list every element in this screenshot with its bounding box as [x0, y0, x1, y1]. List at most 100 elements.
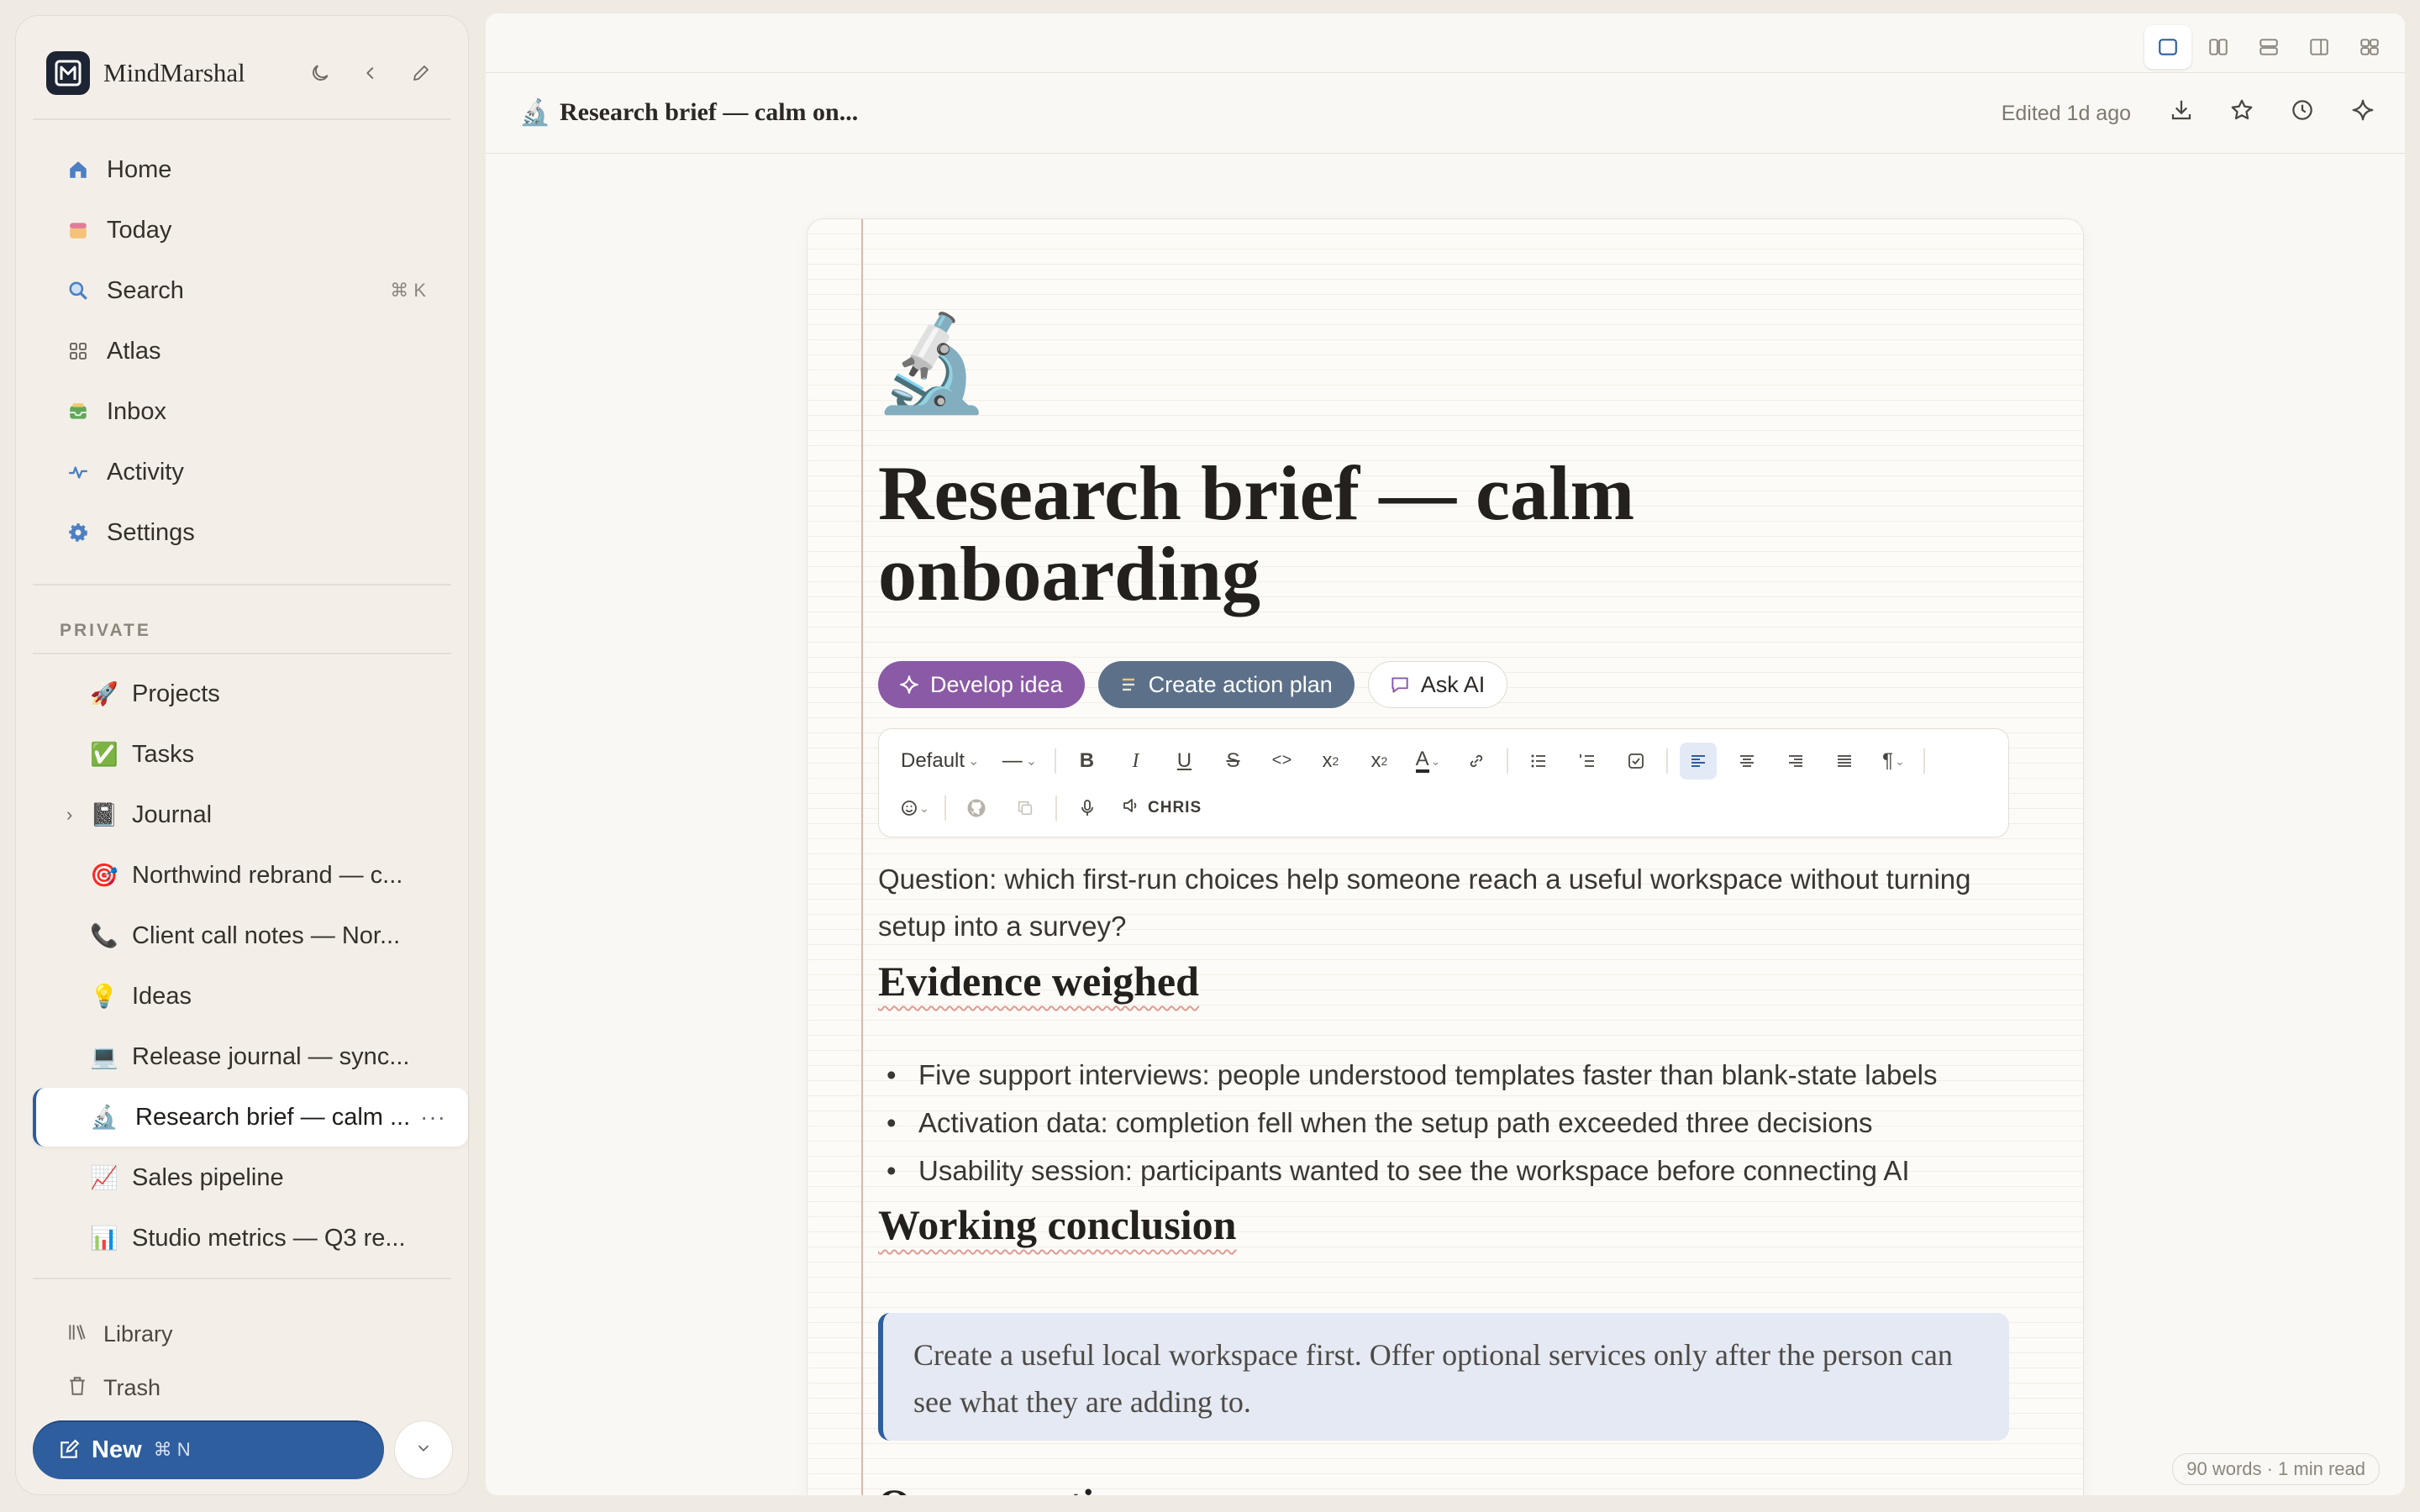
chevron-down-icon: ⌄	[968, 754, 980, 769]
align-left-icon[interactable]	[1680, 743, 1718, 780]
italic-icon[interactable]: I	[1117, 743, 1154, 780]
ask-ai-label: Ask AI	[1420, 671, 1486, 697]
sidebar-page-research-brief[interactable]: 🔬 Research brief — calm ... ···	[33, 1088, 468, 1147]
bold-icon[interactable]: B	[1068, 743, 1105, 780]
nav-item-activity[interactable]: Activity	[33, 445, 451, 499]
page-label: Tasks	[132, 740, 195, 768]
nav-item-today[interactable]: Today	[33, 203, 451, 257]
star-icon[interactable]	[2228, 97, 2255, 123]
nav-item-search[interactable]: Search ⌘ K	[33, 264, 451, 318]
calendar-icon	[65, 217, 92, 244]
page-label: Sales pipeline	[132, 1163, 284, 1191]
create-action-plan-button[interactable]: Create action plan	[1097, 661, 1355, 708]
nav-item-settings[interactable]: Settings	[33, 506, 451, 559]
chat-bubble-icon	[1389, 674, 1411, 696]
sparkle-icon[interactable]	[2349, 97, 2376, 123]
notebook-icon: 📓	[90, 802, 118, 827]
copy-icon[interactable]	[1007, 790, 1044, 827]
new-button-label: New	[92, 1436, 142, 1463]
sidebar-page-tasks[interactable]: ✅ Tasks	[33, 725, 468, 784]
sidebar-page-ideas[interactable]: 💡 Ideas	[33, 967, 468, 1026]
align-justify-icon[interactable]	[1826, 743, 1863, 780]
toolbar-divider	[1055, 748, 1057, 774]
divider	[33, 653, 451, 654]
question-paragraph[interactable]: Question: which first-run choices help s…	[878, 856, 2009, 950]
single-layout-icon[interactable]	[2144, 25, 2191, 69]
moon-icon[interactable]	[307, 60, 334, 87]
margin-line	[861, 219, 863, 1495]
sidebar-page-sales-pipeline[interactable]: 📈 Sales pipeline	[33, 1148, 468, 1207]
new-options-button[interactable]	[394, 1420, 453, 1479]
heading-conclusion[interactable]: Working conclusion	[878, 1200, 1237, 1249]
heading-evidence[interactable]: Evidence weighed	[878, 957, 1199, 1005]
sidebar-page-northwind[interactable]: 🎯 Northwind rebrand — c...	[33, 846, 468, 905]
sidebar-page-journal[interactable]: › 📓 Journal	[33, 785, 468, 844]
sidebar-page-studio-metrics[interactable]: 📊 Studio metrics — Q3 re...	[33, 1209, 468, 1268]
sidebar-page-client-call[interactable]: 📞 Client call notes — Nor...	[33, 906, 468, 965]
voice-button[interactable]: CHRIS	[1118, 790, 1205, 827]
emoji-icon[interactable]: ⌄	[896, 790, 933, 827]
link-icon[interactable]	[1458, 743, 1495, 780]
sidebar-page-release-journal[interactable]: 💻 Release journal — sync...	[33, 1027, 468, 1086]
size-select-value: —	[1002, 749, 1023, 772]
superscript-icon[interactable]: x2	[1312, 743, 1349, 780]
app-name: MindMarshal	[103, 58, 245, 87]
list-item[interactable]: Five support interviews: people understo…	[886, 1051, 2049, 1099]
underline-icon[interactable]: U	[1165, 743, 1202, 780]
activity-icon	[65, 459, 92, 486]
heading-open-questions[interactable]: Open questions	[878, 1479, 1155, 1495]
page-emoji-microscope-icon[interactable]: 🔬	[873, 317, 990, 411]
chevron-down-icon: ⌄	[1025, 754, 1038, 769]
more-options-icon[interactable]: ···	[420, 1104, 446, 1131]
bar-chart-icon: 📊	[90, 1226, 118, 1251]
checklist-icon[interactable]	[1618, 743, 1655, 780]
grid-layout-icon[interactable]	[2346, 25, 2393, 69]
nav-item-home[interactable]: Home	[33, 143, 451, 197]
sidebar-library[interactable]: Library	[66, 1321, 173, 1347]
create-action-plan-label: Create action plan	[1148, 671, 1333, 697]
style-select-value: Default	[901, 749, 965, 772]
page-label: Studio metrics — Q3 re...	[132, 1224, 406, 1252]
size-select[interactable]: — ⌄	[996, 743, 1043, 780]
sidebar-page-projects[interactable]: 🚀 Projects	[33, 664, 468, 723]
align-center-icon[interactable]	[1728, 743, 1765, 780]
conclusion-callout[interactable]: Create a useful local workspace first. O…	[878, 1313, 2009, 1441]
strikethrough-icon[interactable]: S	[1214, 743, 1251, 780]
history-icon[interactable]	[2289, 97, 2316, 123]
microphone-icon[interactable]	[1069, 790, 1106, 827]
paragraph-icon[interactable]: ¶ ⌄	[1875, 743, 1912, 780]
nav-item-inbox[interactable]: Inbox	[33, 385, 451, 438]
align-right-icon[interactable]	[1777, 743, 1814, 780]
split-rows-icon[interactable]	[2245, 25, 2292, 69]
page-title[interactable]: Research brief — calm onboarding	[878, 453, 1718, 614]
trash-label: Trash	[103, 1375, 161, 1400]
develop-idea-button[interactable]: Develop idea	[878, 661, 1085, 708]
chevron-right-icon[interactable]: ›	[66, 804, 72, 826]
page-header-title[interactable]: Research brief — calm on...	[560, 98, 858, 127]
page-label: Projects	[132, 680, 220, 707]
list-item[interactable]: Usability session: participants wanted t…	[886, 1147, 2049, 1194]
download-icon[interactable]	[2168, 97, 2195, 123]
code-icon[interactable]: <>	[1263, 743, 1300, 780]
sidebar-trash[interactable]: Trash	[66, 1375, 160, 1401]
list-item[interactable]: Activation data: completion fell when th…	[886, 1099, 2049, 1147]
bullet-list-icon[interactable]	[1520, 743, 1557, 780]
github-icon[interactable]	[958, 790, 995, 827]
brand[interactable]: MindMarshal	[46, 50, 245, 97]
nav-item-atlas[interactable]: Atlas	[33, 324, 451, 378]
style-select[interactable]: Default ⌄	[896, 743, 984, 780]
split-columns-icon[interactable]	[2195, 25, 2242, 69]
home-icon	[65, 156, 92, 183]
develop-idea-label: Develop idea	[930, 671, 1063, 697]
sidebar-layout-icon[interactable]	[2296, 25, 2343, 69]
numbered-list-icon[interactable]	[1569, 743, 1606, 780]
ask-ai-button[interactable]: Ask AI	[1367, 661, 1508, 708]
new-page-button[interactable]: New ⌘ N	[33, 1420, 384, 1479]
edit-icon[interactable]	[408, 60, 434, 87]
text-color-icon[interactable]: A ⌄	[1409, 743, 1446, 780]
evidence-list: Five support interviews: people understo…	[878, 1051, 2049, 1194]
collapse-sidebar-icon[interactable]	[357, 60, 384, 87]
new-note-icon	[58, 1439, 80, 1461]
subscript-icon[interactable]: x2	[1360, 743, 1397, 780]
nav-label: Search	[107, 276, 184, 304]
